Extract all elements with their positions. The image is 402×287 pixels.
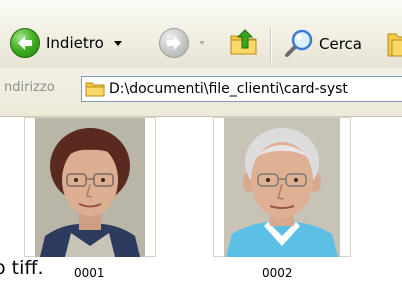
folders-icon [387,33,402,57]
folder-icon [85,82,105,97]
back-button[interactable]: Indietro [10,24,122,62]
search-label: Cerca [319,35,362,53]
partial-text: o tiff. [0,257,44,279]
search-icon [285,29,313,57]
forward-arrow-icon [159,28,189,58]
back-label: Indietro [46,34,104,52]
back-arrow-icon [10,28,40,58]
search-button[interactable]: Cerca [281,26,362,62]
thumbnail-item-0002[interactable] [213,117,351,257]
address-field[interactable]: D:\documenti\file_clienti\card-syst [81,76,402,102]
forward-button[interactable] [159,24,205,62]
folder-up-icon [230,29,257,55]
thumbnail-caption-0002: 0002 [262,266,293,280]
thumbnail-item-0001[interactable] [24,117,156,257]
photo-woman [35,118,145,257]
folders-button[interactable] [386,28,402,60]
address-bar: ndirizzo D:\documenti\file_clienti\card-… [0,68,402,117]
address-label: ndirizzo [4,80,55,95]
toolbar: Indietro Cerca [0,0,402,69]
thumbnail-caption-0001: 0001 [74,266,105,280]
up-folder-button[interactable] [228,26,260,58]
back-dropdown-arrow-icon[interactable] [113,40,122,46]
photo-man [224,118,340,257]
address-path: D:\documenti\file_clienti\card-syst [109,81,348,97]
forward-dropdown-arrow-icon[interactable] [199,41,205,45]
toolbar-separator [270,28,272,62]
